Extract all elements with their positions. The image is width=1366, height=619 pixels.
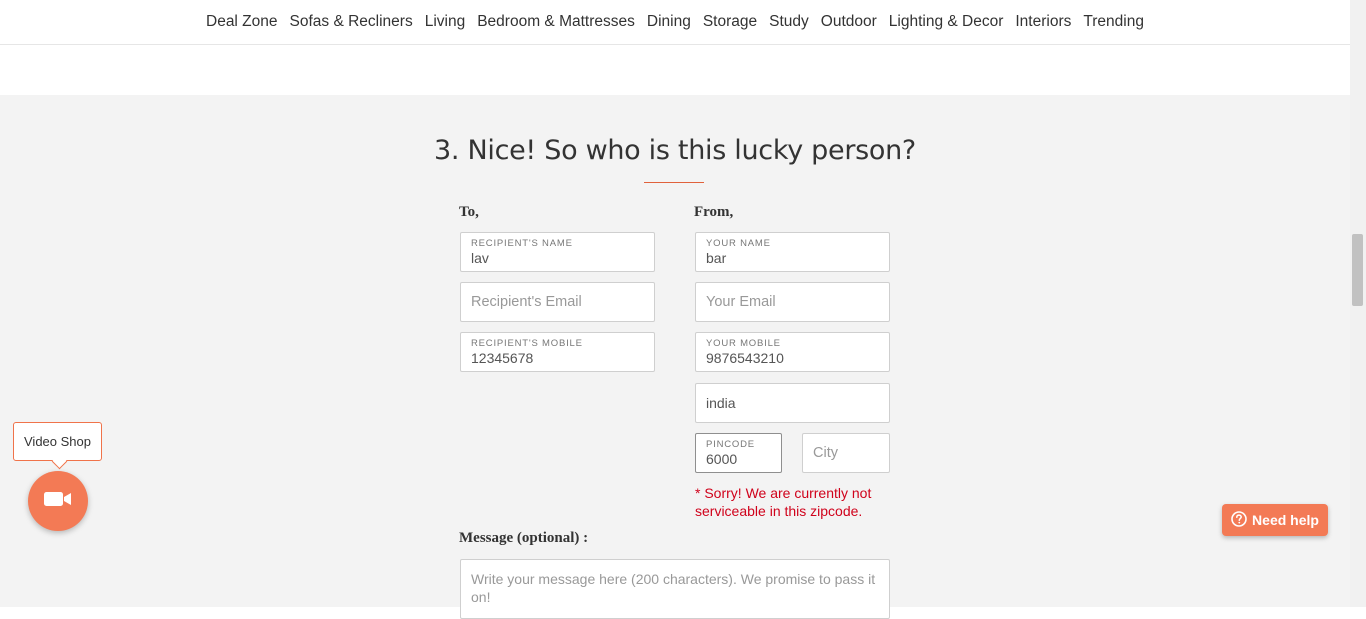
nav-item-sofas-recliners[interactable]: Sofas & Recliners xyxy=(284,0,419,44)
form-heading: 3. Nice! So who is this lucky person? xyxy=(434,135,916,166)
from-label: From, xyxy=(694,204,734,220)
nav-item-living[interactable]: Living xyxy=(419,0,472,44)
your-name-field[interactable]: YOUR NAME bar xyxy=(695,232,890,272)
video-shop-tooltip[interactable]: Video Shop xyxy=(13,422,102,461)
pincode-label: PINCODE xyxy=(706,439,755,450)
your-mobile-field[interactable]: YOUR MOBILE 9876543210 xyxy=(695,332,890,372)
your-mobile-label: YOUR MOBILE xyxy=(706,338,781,349)
nav-item-interiors[interactable]: Interiors xyxy=(1009,0,1077,44)
nav-item-dining[interactable]: Dining xyxy=(641,0,697,44)
nav-item-storage[interactable]: Storage xyxy=(697,0,763,44)
recipient-mobile-field[interactable]: RECIPIENT'S MOBILE 12345678 xyxy=(460,332,655,372)
recipient-mobile-value: 12345678 xyxy=(471,350,534,366)
city-field[interactable]: City xyxy=(802,433,890,473)
question-circle-icon xyxy=(1231,510,1247,530)
your-name-value: bar xyxy=(706,250,727,266)
your-mobile-value: 9876543210 xyxy=(706,350,784,366)
country-field[interactable]: india xyxy=(695,383,890,423)
to-label: To, xyxy=(459,204,479,220)
nav-item-bedroom-mattresses[interactable]: Bedroom & Mattresses xyxy=(471,0,641,44)
your-email-field[interactable]: Your Email xyxy=(695,282,890,322)
recipient-mobile-label: RECIPIENT'S MOBILE xyxy=(471,338,583,349)
your-name-label: YOUR NAME xyxy=(706,238,771,249)
nav-item-study[interactable]: Study xyxy=(763,0,815,44)
country-value: india xyxy=(706,395,736,411)
recipient-name-label: RECIPIENT'S NAME xyxy=(471,238,573,249)
message-label: Message (optional) : xyxy=(459,530,589,546)
message-textarea[interactable]: Write your message here (200 characters)… xyxy=(460,559,890,619)
video-shop-button[interactable] xyxy=(28,471,88,531)
city-placeholder: City xyxy=(813,445,838,461)
your-email-placeholder: Your Email xyxy=(706,294,776,310)
message-placeholder: Write your message here (200 characters)… xyxy=(471,571,876,605)
pincode-field[interactable]: PINCODE 6000 xyxy=(695,433,782,473)
need-help-label: Need help xyxy=(1252,512,1319,528)
video-camera-icon xyxy=(43,489,73,514)
gift-form-section xyxy=(0,95,1350,607)
scrollbar-thumb[interactable] xyxy=(1352,234,1363,306)
nav-item-deal-zone[interactable]: Deal Zone xyxy=(200,0,284,44)
video-shop-label: Video Shop xyxy=(24,434,91,449)
recipient-name-value: lav xyxy=(471,250,489,266)
recipient-email-field[interactable]: Recipient's Email xyxy=(460,282,655,322)
top-navigation: Deal Zone Sofas & Recliners Living Bedro… xyxy=(0,0,1350,45)
nav-item-outdoor[interactable]: Outdoor xyxy=(815,0,883,44)
heading-divider xyxy=(644,182,704,183)
nav-item-trending[interactable]: Trending xyxy=(1077,0,1150,44)
recipient-name-field[interactable]: RECIPIENT'S NAME lav xyxy=(460,232,655,272)
header-spacer xyxy=(0,45,1350,95)
nav-item-lighting-decor[interactable]: Lighting & Decor xyxy=(883,0,1010,44)
need-help-button[interactable]: Need help xyxy=(1222,504,1328,536)
pincode-error-message: * Sorry! We are currently not serviceabl… xyxy=(695,485,872,519)
recipient-email-placeholder: Recipient's Email xyxy=(471,294,582,310)
pincode-value: 6000 xyxy=(706,451,738,467)
